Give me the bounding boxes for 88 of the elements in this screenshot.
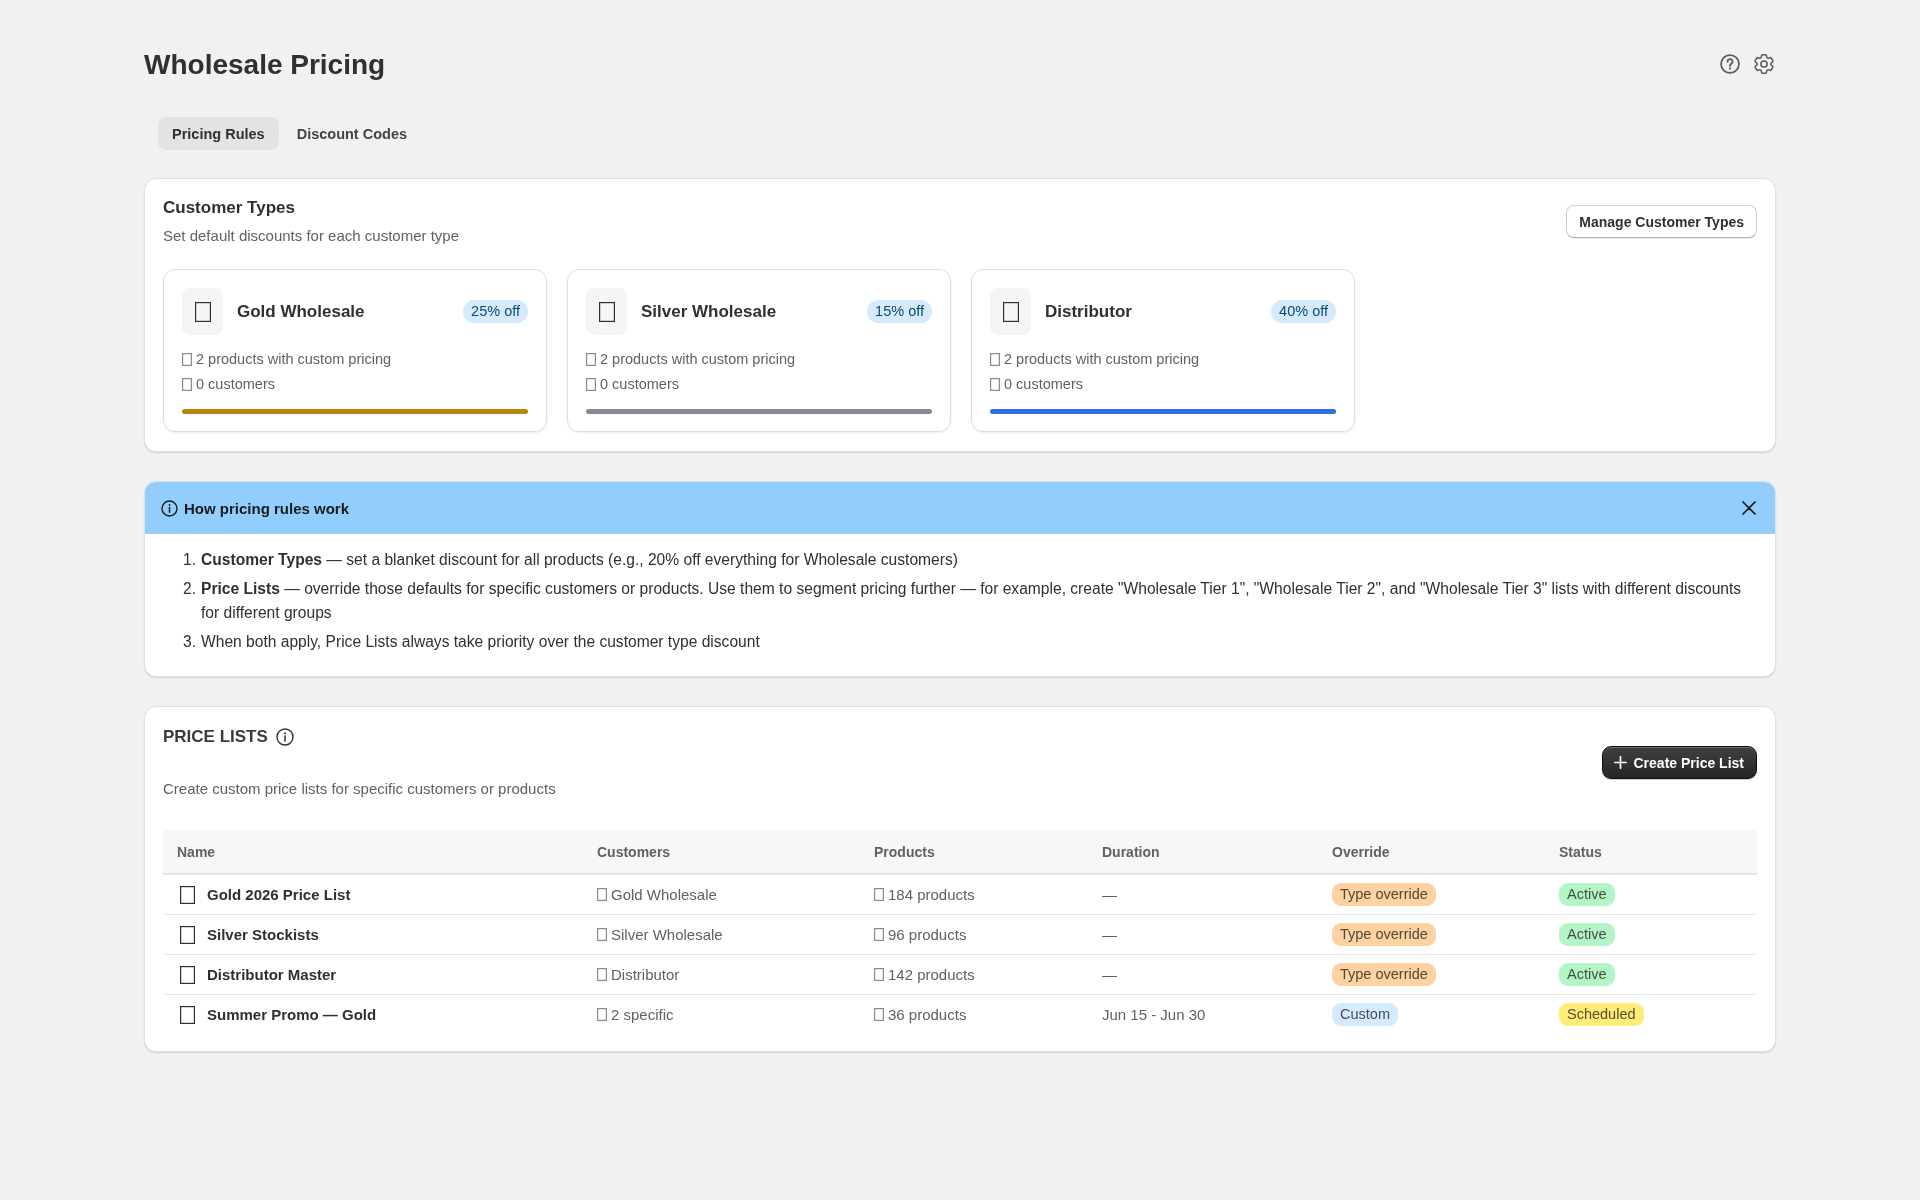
- table-cell: —: [1102, 886, 1117, 903]
- table-cell: Jun 15 - Jun 30: [1102, 1006, 1206, 1023]
- section-title: Customer Types: [163, 197, 296, 219]
- override-badge: Type override: [1332, 883, 1436, 906]
- customers-count: 0 customers: [600, 375, 679, 394]
- tab[interactable]: Pricing Rules: [158, 117, 279, 150]
- section-subtitle: Set default discounts for each customer type: [163, 226, 459, 246]
- rule-text: Price Lists — override those defaults for specific customers or products. Use them to segment pricing further — for example, create "Wholesale Tier 1", "Wholesale Tier 2", and "Wholesale Tier 3" lists with different discounts for different groups: [201, 579, 1743, 623]
- table-cell: 184 products: [888, 886, 975, 903]
- section-title: PRICE LISTS: [163, 726, 268, 748]
- blank-box-icon: [597, 888, 607, 901]
- override-badge: Type override: [1332, 963, 1436, 986]
- status-badge: Scheduled: [1559, 1003, 1644, 1026]
- table-cell: Silver Wholesale: [611, 926, 723, 943]
- status-badge: Active: [1559, 883, 1615, 906]
- blank-box-icon: [180, 925, 195, 944]
- customers-count: 0 customers: [196, 375, 275, 394]
- table-cell: —: [1102, 966, 1117, 983]
- tab[interactable]: Discount Codes: [282, 117, 422, 150]
- info-icon[interactable]: [275, 728, 294, 746]
- list-number: 3.: [182, 632, 196, 652]
- help-icon[interactable]: [1720, 54, 1740, 74]
- blank-box-icon: [597, 1008, 607, 1021]
- blank-box-icon: [597, 968, 607, 981]
- manage-customer-types-button[interactable]: Manage Customer Types: [1566, 205, 1757, 238]
- blank-box-icon: [180, 965, 195, 984]
- column-header: Name: [176, 843, 217, 860]
- status-badge: Active: [1559, 963, 1615, 986]
- blank-box-icon: [182, 288, 223, 335]
- blank-box-icon: [874, 968, 884, 981]
- table-cell: 142 products: [888, 966, 975, 983]
- discount-badge: 15% off: [867, 300, 932, 323]
- table-cell: —: [1102, 926, 1117, 943]
- banner-title: How pricing rules work: [184, 499, 351, 517]
- products-count: 2 products with custom pricing: [1004, 350, 1200, 369]
- table-cell: Distributor: [611, 966, 680, 983]
- table-cell: 36 products: [888, 1006, 967, 1023]
- discount-badge: 25% off: [463, 300, 528, 323]
- column-header: Duration: [1101, 843, 1161, 860]
- customer-type-card[interactable]: Gold Wholesale 25% off 2 products with custom pricing 0 customers: [163, 269, 547, 432]
- blank-box-icon: [597, 928, 607, 941]
- customer-type-name: Silver Wholesale: [641, 301, 778, 322]
- blank-box-icon: [182, 353, 192, 366]
- rule-text: When both apply, Price Lists always take priority over the customer type discount: [201, 632, 760, 652]
- create-price-list-button[interactable]: Create Price List: [1601, 746, 1757, 779]
- table-cell: 2 specific: [611, 1006, 674, 1023]
- price-list-name[interactable]: Summer Promo — Gold: [207, 1006, 377, 1023]
- customer-type-card[interactable]: Silver Wholesale 15% off 2 products with custom pricing 0 customers: [567, 269, 951, 432]
- close-icon[interactable]: [1742, 501, 1756, 515]
- blank-box-icon: [586, 378, 596, 391]
- plus-icon: [1613, 756, 1627, 769]
- customer-type-name: Distributor: [1045, 301, 1133, 322]
- blank-box-icon: [180, 885, 195, 904]
- list-number: 1.: [182, 550, 196, 570]
- column-header: Products: [873, 843, 936, 860]
- discount-badge: 40% off: [1271, 300, 1336, 323]
- blank-box-icon: [874, 1008, 884, 1021]
- blank-box-icon: [874, 928, 884, 941]
- customer-type-card[interactable]: Distributor 40% off 2 products with custom pricing 0 customers: [971, 269, 1355, 432]
- override-badge: Type override: [1332, 923, 1436, 946]
- info-icon: [161, 499, 178, 517]
- customers-count: 0 customers: [1004, 375, 1083, 394]
- price-list-name[interactable]: Distributor Master: [207, 966, 337, 983]
- override-badge: Custom: [1332, 1003, 1398, 1026]
- blank-box-icon: [990, 353, 1000, 366]
- blank-box-icon: [990, 288, 1031, 335]
- blank-box-icon: [586, 353, 596, 366]
- blank-box-icon: [180, 1005, 195, 1024]
- page-title: Wholesale Pricing: [144, 48, 386, 82]
- blank-box-icon: [586, 288, 627, 335]
- list-number: 2.: [182, 579, 196, 599]
- products-count: 2 products with custom pricing: [600, 350, 796, 369]
- rule-text: Customer Types — set a blanket discount for all products (e.g., 20% off everything for Wholesale customers): [201, 550, 958, 570]
- blank-box-icon: [182, 378, 192, 391]
- column-header: Override: [1331, 843, 1391, 860]
- customer-type-name: Gold Wholesale: [237, 301, 366, 322]
- column-header: Customers: [596, 843, 672, 860]
- settings-icon[interactable]: [1754, 54, 1774, 74]
- price-list-name[interactable]: Gold 2026 Price List: [207, 886, 351, 903]
- table-cell: 96 products: [888, 926, 967, 943]
- table-cell: Gold Wholesale: [611, 886, 717, 903]
- column-header: Status: [1558, 843, 1603, 860]
- price-list-name[interactable]: Silver Stockists: [207, 926, 319, 943]
- blank-box-icon: [874, 888, 884, 901]
- status-badge: Active: [1559, 923, 1615, 946]
- section-subtitle: Create custom price lists for specific customers or products: [163, 779, 556, 799]
- products-count: 2 products with custom pricing: [196, 350, 392, 369]
- blank-box-icon: [990, 378, 1000, 391]
